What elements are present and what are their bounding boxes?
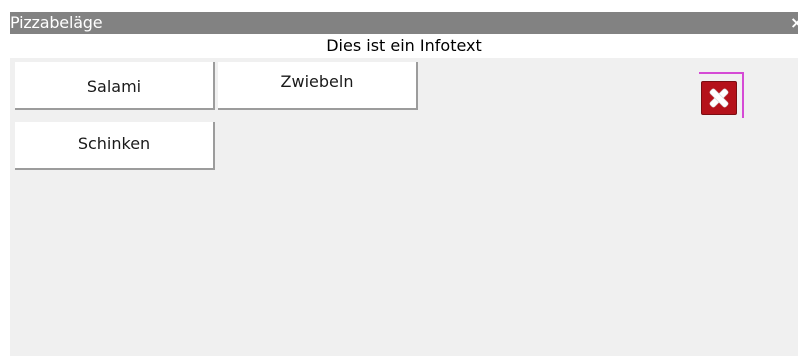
- topping-window: Pizzabeläge × Dies ist ein Infotext Sala…: [10, 12, 798, 356]
- topping-label: Salami: [86, 77, 142, 96]
- topping-button-zwiebeln[interactable]: Zwiebeln: [218, 62, 418, 110]
- window-title: Pizzabeläge: [10, 13, 103, 32]
- topping-button-schinken[interactable]: Schinken: [15, 122, 215, 170]
- close-icon[interactable]: ×: [790, 15, 798, 31]
- info-text: Dies ist ein Infotext: [10, 34, 798, 58]
- delete-x-icon: [701, 81, 737, 115]
- topping-label: Schinken: [77, 134, 151, 153]
- topping-button-salami[interactable]: Salami: [15, 62, 215, 110]
- titlebar: Pizzabeläge ×: [10, 12, 798, 34]
- topping-label: Zwiebeln: [280, 72, 354, 91]
- delete-button[interactable]: [699, 72, 744, 118]
